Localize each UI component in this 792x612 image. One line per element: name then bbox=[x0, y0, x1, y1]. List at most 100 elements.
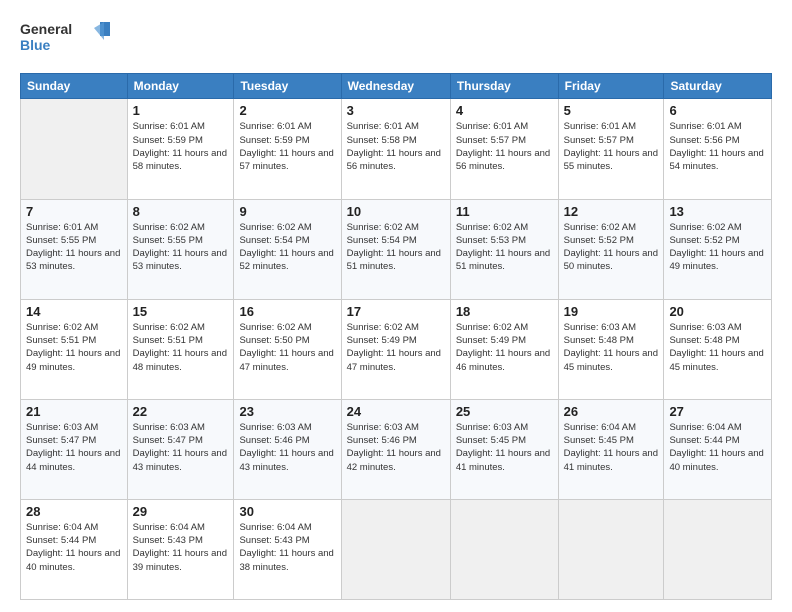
header: General Blue bbox=[20, 18, 772, 61]
calendar-cell: 20 Sunrise: 6:03 AMSunset: 5:48 PMDaylig… bbox=[664, 299, 772, 399]
day-number: 16 bbox=[239, 304, 335, 319]
day-info: Sunrise: 6:01 AMSunset: 5:59 PMDaylight:… bbox=[239, 121, 333, 172]
svg-text:General: General bbox=[20, 21, 72, 37]
calendar-cell: 14 Sunrise: 6:02 AMSunset: 5:51 PMDaylig… bbox=[21, 299, 128, 399]
calendar-cell: 1 Sunrise: 6:01 AMSunset: 5:59 PMDayligh… bbox=[127, 99, 234, 199]
generalblue-logo: General Blue bbox=[20, 18, 110, 56]
day-info: Sunrise: 6:02 AMSunset: 5:54 PMDaylight:… bbox=[347, 222, 441, 273]
calendar-cell: 17 Sunrise: 6:02 AMSunset: 5:49 PMDaylig… bbox=[341, 299, 450, 399]
weekday-tuesday: Tuesday bbox=[234, 74, 341, 99]
calendar-cell bbox=[450, 499, 558, 599]
day-number: 2 bbox=[239, 103, 335, 118]
day-info: Sunrise: 6:01 AMSunset: 5:57 PMDaylight:… bbox=[456, 121, 550, 172]
calendar-cell: 16 Sunrise: 6:02 AMSunset: 5:50 PMDaylig… bbox=[234, 299, 341, 399]
weekday-thursday: Thursday bbox=[450, 74, 558, 99]
day-number: 28 bbox=[26, 504, 122, 519]
day-info: Sunrise: 6:01 AMSunset: 5:59 PMDaylight:… bbox=[133, 121, 227, 172]
day-number: 5 bbox=[564, 103, 659, 118]
calendar-cell: 28 Sunrise: 6:04 AMSunset: 5:44 PMDaylig… bbox=[21, 499, 128, 599]
day-number: 30 bbox=[239, 504, 335, 519]
day-number: 3 bbox=[347, 103, 445, 118]
day-info: Sunrise: 6:04 AMSunset: 5:44 PMDaylight:… bbox=[669, 422, 763, 473]
day-number: 19 bbox=[564, 304, 659, 319]
week-row-2: 7 Sunrise: 6:01 AMSunset: 5:55 PMDayligh… bbox=[21, 199, 772, 299]
day-info: Sunrise: 6:03 AMSunset: 5:46 PMDaylight:… bbox=[347, 422, 441, 473]
weekday-saturday: Saturday bbox=[664, 74, 772, 99]
day-number: 4 bbox=[456, 103, 553, 118]
day-info: Sunrise: 6:03 AMSunset: 5:46 PMDaylight:… bbox=[239, 422, 333, 473]
calendar-cell: 10 Sunrise: 6:02 AMSunset: 5:54 PMDaylig… bbox=[341, 199, 450, 299]
day-info: Sunrise: 6:04 AMSunset: 5:43 PMDaylight:… bbox=[133, 522, 227, 573]
day-number: 11 bbox=[456, 204, 553, 219]
day-info: Sunrise: 6:01 AMSunset: 5:57 PMDaylight:… bbox=[564, 121, 658, 172]
calendar-cell: 13 Sunrise: 6:02 AMSunset: 5:52 PMDaylig… bbox=[664, 199, 772, 299]
calendar-cell bbox=[341, 499, 450, 599]
weekday-sunday: Sunday bbox=[21, 74, 128, 99]
day-number: 7 bbox=[26, 204, 122, 219]
calendar-table: SundayMondayTuesdayWednesdayThursdayFrid… bbox=[20, 73, 772, 600]
day-number: 15 bbox=[133, 304, 229, 319]
day-info: Sunrise: 6:02 AMSunset: 5:51 PMDaylight:… bbox=[26, 322, 120, 373]
calendar-cell: 19 Sunrise: 6:03 AMSunset: 5:48 PMDaylig… bbox=[558, 299, 664, 399]
day-number: 13 bbox=[669, 204, 766, 219]
calendar-cell: 21 Sunrise: 6:03 AMSunset: 5:47 PMDaylig… bbox=[21, 399, 128, 499]
day-number: 14 bbox=[26, 304, 122, 319]
calendar-cell: 12 Sunrise: 6:02 AMSunset: 5:52 PMDaylig… bbox=[558, 199, 664, 299]
day-info: Sunrise: 6:03 AMSunset: 5:47 PMDaylight:… bbox=[133, 422, 227, 473]
calendar-cell: 24 Sunrise: 6:03 AMSunset: 5:46 PMDaylig… bbox=[341, 399, 450, 499]
calendar-cell: 27 Sunrise: 6:04 AMSunset: 5:44 PMDaylig… bbox=[664, 399, 772, 499]
day-number: 22 bbox=[133, 404, 229, 419]
calendar-cell bbox=[21, 99, 128, 199]
day-info: Sunrise: 6:02 AMSunset: 5:55 PMDaylight:… bbox=[133, 222, 227, 273]
calendar-cell: 2 Sunrise: 6:01 AMSunset: 5:59 PMDayligh… bbox=[234, 99, 341, 199]
day-info: Sunrise: 6:04 AMSunset: 5:43 PMDaylight:… bbox=[239, 522, 333, 573]
calendar-cell: 26 Sunrise: 6:04 AMSunset: 5:45 PMDaylig… bbox=[558, 399, 664, 499]
weekday-monday: Monday bbox=[127, 74, 234, 99]
weekday-friday: Friday bbox=[558, 74, 664, 99]
day-info: Sunrise: 6:03 AMSunset: 5:47 PMDaylight:… bbox=[26, 422, 120, 473]
weekday-wednesday: Wednesday bbox=[341, 74, 450, 99]
logo-text: General Blue bbox=[20, 18, 110, 61]
page: General Blue SundayMondayTuesdayWednesda… bbox=[0, 0, 792, 612]
day-info: Sunrise: 6:02 AMSunset: 5:50 PMDaylight:… bbox=[239, 322, 333, 373]
week-row-1: 1 Sunrise: 6:01 AMSunset: 5:59 PMDayligh… bbox=[21, 99, 772, 199]
day-number: 25 bbox=[456, 404, 553, 419]
calendar-cell: 3 Sunrise: 6:01 AMSunset: 5:58 PMDayligh… bbox=[341, 99, 450, 199]
calendar-cell bbox=[664, 499, 772, 599]
day-info: Sunrise: 6:03 AMSunset: 5:48 PMDaylight:… bbox=[669, 322, 763, 373]
calendar-body: 1 Sunrise: 6:01 AMSunset: 5:59 PMDayligh… bbox=[21, 99, 772, 600]
day-info: Sunrise: 6:02 AMSunset: 5:49 PMDaylight:… bbox=[347, 322, 441, 373]
day-number: 26 bbox=[564, 404, 659, 419]
calendar-cell: 30 Sunrise: 6:04 AMSunset: 5:43 PMDaylig… bbox=[234, 499, 341, 599]
day-number: 6 bbox=[669, 103, 766, 118]
day-info: Sunrise: 6:03 AMSunset: 5:48 PMDaylight:… bbox=[564, 322, 658, 373]
week-row-4: 21 Sunrise: 6:03 AMSunset: 5:47 PMDaylig… bbox=[21, 399, 772, 499]
day-number: 10 bbox=[347, 204, 445, 219]
day-number: 18 bbox=[456, 304, 553, 319]
day-number: 29 bbox=[133, 504, 229, 519]
day-info: Sunrise: 6:02 AMSunset: 5:51 PMDaylight:… bbox=[133, 322, 227, 373]
day-number: 24 bbox=[347, 404, 445, 419]
calendar-cell: 4 Sunrise: 6:01 AMSunset: 5:57 PMDayligh… bbox=[450, 99, 558, 199]
day-number: 20 bbox=[669, 304, 766, 319]
day-info: Sunrise: 6:01 AMSunset: 5:55 PMDaylight:… bbox=[26, 222, 120, 273]
calendar-cell: 23 Sunrise: 6:03 AMSunset: 5:46 PMDaylig… bbox=[234, 399, 341, 499]
day-number: 23 bbox=[239, 404, 335, 419]
logo: General Blue bbox=[20, 18, 110, 61]
calendar-cell: 11 Sunrise: 6:02 AMSunset: 5:53 PMDaylig… bbox=[450, 199, 558, 299]
day-number: 12 bbox=[564, 204, 659, 219]
day-info: Sunrise: 6:04 AMSunset: 5:44 PMDaylight:… bbox=[26, 522, 120, 573]
day-info: Sunrise: 6:02 AMSunset: 5:49 PMDaylight:… bbox=[456, 322, 550, 373]
week-row-5: 28 Sunrise: 6:04 AMSunset: 5:44 PMDaylig… bbox=[21, 499, 772, 599]
calendar-cell: 5 Sunrise: 6:01 AMSunset: 5:57 PMDayligh… bbox=[558, 99, 664, 199]
week-row-3: 14 Sunrise: 6:02 AMSunset: 5:51 PMDaylig… bbox=[21, 299, 772, 399]
day-number: 9 bbox=[239, 204, 335, 219]
weekday-header-row: SundayMondayTuesdayWednesdayThursdayFrid… bbox=[21, 74, 772, 99]
day-info: Sunrise: 6:01 AMSunset: 5:56 PMDaylight:… bbox=[669, 121, 763, 172]
calendar-cell: 29 Sunrise: 6:04 AMSunset: 5:43 PMDaylig… bbox=[127, 499, 234, 599]
calendar-cell: 15 Sunrise: 6:02 AMSunset: 5:51 PMDaylig… bbox=[127, 299, 234, 399]
day-number: 27 bbox=[669, 404, 766, 419]
day-number: 17 bbox=[347, 304, 445, 319]
day-info: Sunrise: 6:02 AMSunset: 5:52 PMDaylight:… bbox=[564, 222, 658, 273]
calendar-cell: 6 Sunrise: 6:01 AMSunset: 5:56 PMDayligh… bbox=[664, 99, 772, 199]
